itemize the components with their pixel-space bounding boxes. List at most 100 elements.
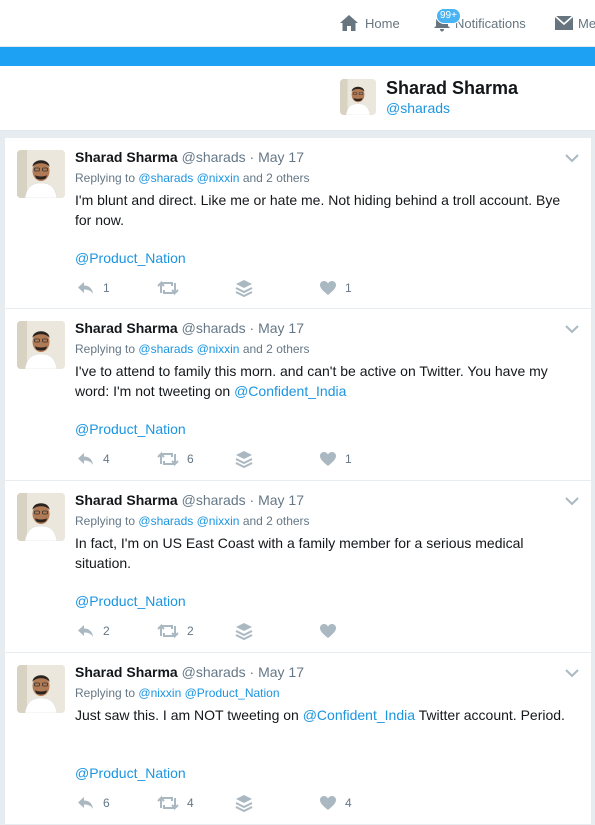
replying-link[interactable]: @nixxin <box>197 171 240 185</box>
heart-icon <box>320 796 336 810</box>
retweet-button[interactable]: 4 <box>157 793 194 813</box>
mention-link[interactable]: @Product_Nation <box>75 765 186 781</box>
tweet[interactable]: Sharad Sharma @sharads · May 17 Replying… <box>4 309 592 481</box>
replying-to: Replying to @sharads @nixxin and 2 other… <box>75 513 579 529</box>
nav-home[interactable]: Home <box>339 0 400 46</box>
top-nav: Home Notifications 99+ Me <box>0 0 595 47</box>
user-handle[interactable]: @sharads <box>182 492 246 508</box>
retweet-count: 6 <box>187 452 194 466</box>
tweet-text: I've to attend to family this morn. and … <box>75 361 579 401</box>
envelope-icon <box>554 15 574 31</box>
replying-link[interactable]: @nixxin <box>197 342 240 356</box>
tweet[interactable]: Sharad Sharma @sharads · May 17 Replying… <box>4 653 592 825</box>
replying-prefix: Replying to <box>75 171 136 185</box>
retweet-icon <box>157 795 179 811</box>
retweet-button[interactable]: 6 <box>157 449 194 469</box>
avatar[interactable] <box>17 321 65 369</box>
replying-link[interactable]: @nixxin <box>138 686 181 700</box>
reply-button[interactable]: 1 <box>77 278 110 298</box>
nav-messages[interactable]: Me <box>554 0 595 46</box>
replying-link[interactable]: @sharads <box>138 171 193 185</box>
reply-count: 6 <box>103 796 110 810</box>
replying-to: Replying to @sharads @nixxin and 2 other… <box>75 341 579 357</box>
retweet-button[interactable] <box>157 278 187 298</box>
reply-button[interactable]: 4 <box>77 449 110 469</box>
stack-icon <box>235 280 253 297</box>
mention-link[interactable]: @Product_Nation <box>75 593 186 609</box>
nav-home-label: Home <box>365 15 400 31</box>
timeline: Sharad Sharma @sharads · May 17 Replying… <box>4 137 592 825</box>
tweet-header: Sharad Sharma @sharads · May 17 <box>75 663 579 681</box>
like-count: 1 <box>345 452 352 466</box>
avatar[interactable] <box>340 79 376 115</box>
tweet-date[interactable]: May 17 <box>258 492 304 508</box>
avatar[interactable] <box>17 665 65 713</box>
retweet-button[interactable]: 2 <box>157 621 194 641</box>
retweet-icon <box>157 280 179 296</box>
replying-link[interactable]: @nixxin <box>197 514 240 528</box>
mention-link[interactable]: @Confident_India <box>303 707 415 723</box>
user-name[interactable]: Sharad Sharma <box>75 492 178 508</box>
tweet-actions: 1 1 <box>75 278 375 298</box>
tweet-text-part: Just saw this. I am NOT tweeting on <box>75 707 303 723</box>
replying-link[interactable]: @sharads <box>138 514 193 528</box>
stack-button[interactable] <box>235 278 253 298</box>
like-button[interactable]: 1 <box>319 278 352 298</box>
separator: · <box>249 149 255 165</box>
replying-link[interactable]: @sharads <box>138 342 193 356</box>
reply-button[interactable]: 6 <box>77 793 110 813</box>
avatar[interactable] <box>17 150 65 198</box>
user-handle[interactable]: @sharads <box>182 149 246 165</box>
stack-button[interactable] <box>235 793 253 813</box>
notifications-badge: 99+ <box>436 8 461 24</box>
profile-banner <box>0 47 595 66</box>
avatar[interactable] <box>17 493 65 541</box>
heart-icon <box>320 281 336 295</box>
tweet[interactable]: Sharad Sharma @sharads · May 17 Replying… <box>4 137 592 309</box>
tweet-date[interactable]: May 17 <box>258 664 304 680</box>
stack-button[interactable] <box>235 449 253 469</box>
stack-icon <box>235 451 253 468</box>
like-button[interactable]: 4 <box>319 793 352 813</box>
tweet-date[interactable]: May 17 <box>258 320 304 336</box>
mention-link[interactable]: @Confident_India <box>234 383 346 399</box>
user-handle[interactable]: @sharads <box>182 664 246 680</box>
retweet-icon <box>157 623 179 639</box>
mention-link[interactable]: @Product_Nation <box>75 421 186 437</box>
replying-suffix[interactable]: and 2 others <box>243 171 310 185</box>
profile-handle[interactable]: @sharads <box>386 100 450 116</box>
profile-bar: Sharad Sharma @sharads <box>0 66 595 131</box>
replying-prefix: Replying to <box>75 514 136 528</box>
tweet-header: Sharad Sharma @sharads · May 17 <box>75 491 579 509</box>
like-button[interactable]: 1 <box>319 449 352 469</box>
replying-suffix[interactable]: and 2 others <box>243 514 310 528</box>
like-button[interactable] <box>319 621 345 641</box>
tweet[interactable]: Sharad Sharma @sharads · May 17 Replying… <box>4 481 592 653</box>
user-name[interactable]: Sharad Sharma <box>75 664 178 680</box>
profile-name[interactable]: Sharad Sharma <box>386 78 518 99</box>
tweet-header: Sharad Sharma @sharads · May 17 <box>75 148 579 166</box>
stack-button[interactable] <box>235 621 253 641</box>
tweet-text-part: Twitter account. Period. <box>415 707 565 723</box>
replying-to: Replying to @sharads @nixxin and 2 other… <box>75 170 579 186</box>
mention-link[interactable]: @Product_Nation <box>75 250 186 266</box>
user-name[interactable]: Sharad Sharma <box>75 320 178 336</box>
tweet-date[interactable]: May 17 <box>258 149 304 165</box>
heart-icon <box>320 452 336 466</box>
separator: · <box>249 492 255 508</box>
reply-count: 2 <box>103 624 110 638</box>
replying-link[interactable]: @Product_Nation <box>185 686 280 700</box>
tweet-text-part: I'm blunt and direct. Like me or hate me… <box>75 192 561 228</box>
reply-count: 1 <box>103 281 110 295</box>
separator: · <box>249 664 255 680</box>
nav-notifications-label: Notifications <box>455 15 526 31</box>
heart-icon <box>320 624 336 638</box>
reply-icon <box>78 625 93 637</box>
reply-button[interactable]: 2 <box>77 621 110 641</box>
replying-to: Replying to @nixxin @Product_Nation <box>75 685 579 701</box>
tweet-actions: 4 6 1 <box>75 449 375 469</box>
user-handle[interactable]: @sharads <box>182 320 246 336</box>
user-name[interactable]: Sharad Sharma <box>75 149 178 165</box>
replying-suffix[interactable]: and 2 others <box>243 342 310 356</box>
nav-notifications[interactable]: Notifications 99+ <box>432 0 526 46</box>
